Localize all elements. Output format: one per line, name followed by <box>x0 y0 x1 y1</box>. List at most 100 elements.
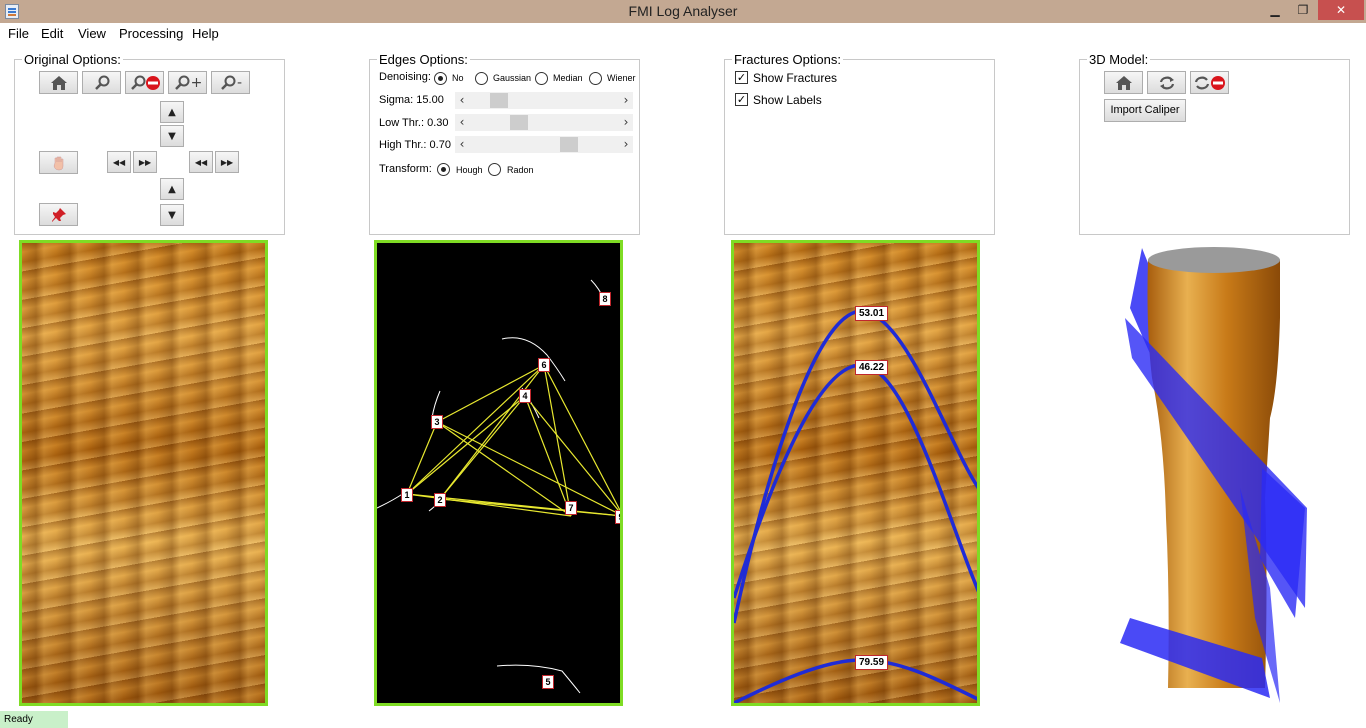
close-button[interactable]: ✕ <box>1318 0 1364 20</box>
edge-label-2: 2 <box>434 493 446 507</box>
zoom-reset-button[interactable] <box>125 71 164 94</box>
slider-right-arrow[interactable]: › <box>619 136 633 153</box>
pan-down-button[interactable]: ▼ <box>160 204 184 226</box>
model-options-title: 3D Model: <box>1087 52 1151 67</box>
zoom-button[interactable] <box>82 71 121 94</box>
denoise-median-label: Median <box>553 73 583 83</box>
down-arrow-icon: ▼ <box>168 209 176 221</box>
original-image-panel[interactable] <box>19 240 268 706</box>
3d-model-view[interactable] <box>1090 238 1350 708</box>
fractures-options-title: Fractures Options: <box>732 52 843 67</box>
show-fractures-checkbox[interactable]: ✓ <box>735 71 748 84</box>
sigma-slider-thumb[interactable] <box>490 93 508 108</box>
high-threshold-slider-thumb[interactable] <box>560 137 578 152</box>
denoise-gaussian-label: Gaussian <box>493 73 532 83</box>
transform-radon-label: Radon <box>507 165 534 175</box>
transform-hough-label: Hough <box>456 165 483 175</box>
sigma-label: Sigma: 15.00 <box>379 94 444 106</box>
denoise-gaussian-radio[interactable] <box>475 72 488 85</box>
status-text: Ready <box>0 711 68 728</box>
pan-right-button[interactable]: ▶▶ <box>133 151 157 173</box>
slider-left-arrow[interactable]: ‹ <box>455 114 469 131</box>
fractures-options-group <box>724 59 995 235</box>
menu-view[interactable]: View <box>78 26 106 41</box>
home-button[interactable] <box>39 71 78 94</box>
fracture-label-2: 46.22 <box>855 360 889 375</box>
slider-right-arrow[interactable]: › <box>619 114 633 131</box>
edge-label-7: 7 <box>565 501 577 515</box>
pin-button[interactable] <box>39 203 78 226</box>
original-options-title: Original Options: <box>22 52 123 67</box>
rewind-icon: ◀◀ <box>194 157 208 167</box>
menu-help[interactable]: Help <box>192 26 219 41</box>
window-title: FMI Log Analyser <box>628 3 738 19</box>
magnifier-icon <box>94 75 109 90</box>
cylinder-top <box>1148 247 1280 273</box>
minimize-button[interactable]: ▁ <box>1262 0 1288 20</box>
magnifier-stop-icon <box>130 75 160 90</box>
high-threshold-slider[interactable]: ‹ › <box>455 136 633 153</box>
down-arrow-icon: ▼ <box>168 130 176 142</box>
show-labels-checkbox[interactable]: ✓ <box>735 93 748 106</box>
zoom-in-button[interactable]: + <box>168 71 207 94</box>
edge-label-8: 8 <box>599 292 611 306</box>
model-rotate-button[interactable] <box>1147 71 1186 94</box>
slider-left-arrow[interactable]: ‹ <box>455 92 469 109</box>
model-home-button[interactable] <box>1104 71 1143 94</box>
menu-edit[interactable]: Edit <box>41 26 63 41</box>
transform-radon-radio[interactable] <box>488 163 501 176</box>
show-fractures-label: Show Fractures <box>753 71 838 85</box>
edge-label-5: 5 <box>542 675 554 689</box>
menu-processing[interactable]: Processing <box>119 26 183 41</box>
pan-right-2-button[interactable]: ▶▶ <box>215 151 239 173</box>
zoom-out-glyph: - <box>236 74 243 91</box>
low-threshold-slider[interactable]: ‹ › <box>455 114 633 131</box>
sigma-slider[interactable]: ‹ › <box>455 92 633 109</box>
up-arrow-icon: ▲ <box>168 183 176 195</box>
pan-left-button[interactable]: ◀◀ <box>107 151 131 173</box>
pan-up-fast-button[interactable]: ▲ <box>160 101 184 123</box>
hand-icon <box>53 156 63 170</box>
transform-label: Transform: <box>379 163 432 175</box>
title-bar: FMI Log Analyser ▁ ❐ ✕ <box>0 0 1366 23</box>
rewind-icon: ◀◀ <box>112 157 126 167</box>
fmi-original-image <box>22 243 265 703</box>
slider-right-arrow[interactable]: › <box>619 92 633 109</box>
rotate-icon <box>1159 76 1174 89</box>
forward-icon: ▶▶ <box>138 157 152 167</box>
3d-model-canvas <box>1120 247 1307 703</box>
pan-left-2-button[interactable]: ◀◀ <box>189 151 213 173</box>
edge-label-3: 3 <box>431 415 443 429</box>
low-threshold-slider-thumb[interactable] <box>510 115 528 130</box>
pan-hand-button[interactable] <box>39 151 78 174</box>
fracture-label-3: 79.59 <box>855 655 889 670</box>
model-stop-rotate-button[interactable] <box>1190 71 1229 94</box>
denoising-label: Denoising: <box>379 71 431 83</box>
up-arrow-icon: ▲ <box>168 106 176 118</box>
home-icon <box>1115 75 1132 90</box>
slider-left-arrow[interactable]: ‹ <box>455 136 469 153</box>
menu-bar: File Edit View Processing Help <box>0 23 1366 44</box>
denoise-wiener-radio[interactable] <box>589 72 602 85</box>
high-threshold-label: High Thr.: 0.70 <box>379 139 451 151</box>
zoom-out-button[interactable]: - <box>211 71 250 94</box>
edge-traces <box>377 279 606 694</box>
edges-canvas <box>377 279 620 694</box>
denoise-no-radio[interactable] <box>434 72 447 85</box>
transform-hough-radio[interactable] <box>437 163 450 176</box>
edge-label-4: 4 <box>519 389 531 403</box>
pan-down-fast-button[interactable]: ▼ <box>160 125 184 147</box>
import-caliper-button[interactable]: Import Caliper <box>1104 99 1186 122</box>
denoise-median-radio[interactable] <box>535 72 548 85</box>
edge-label-1: 1 <box>401 488 413 502</box>
home-icon <box>50 75 67 90</box>
edges-image-panel[interactable]: 1 2 3 4 5 6 7 8 9 <box>374 240 623 706</box>
menu-file[interactable]: File <box>8 26 29 41</box>
show-labels-label: Show Labels <box>753 93 822 107</box>
pan-up-button[interactable]: ▲ <box>160 178 184 200</box>
denoise-no-label: No <box>452 73 464 83</box>
maximize-button[interactable]: ❐ <box>1290 0 1316 20</box>
fractures-image-panel[interactable]: 53.01 46.22 79.59 <box>731 240 980 706</box>
rotate-stop-icon <box>1194 75 1225 90</box>
zoom-in-glyph: + <box>190 74 203 91</box>
